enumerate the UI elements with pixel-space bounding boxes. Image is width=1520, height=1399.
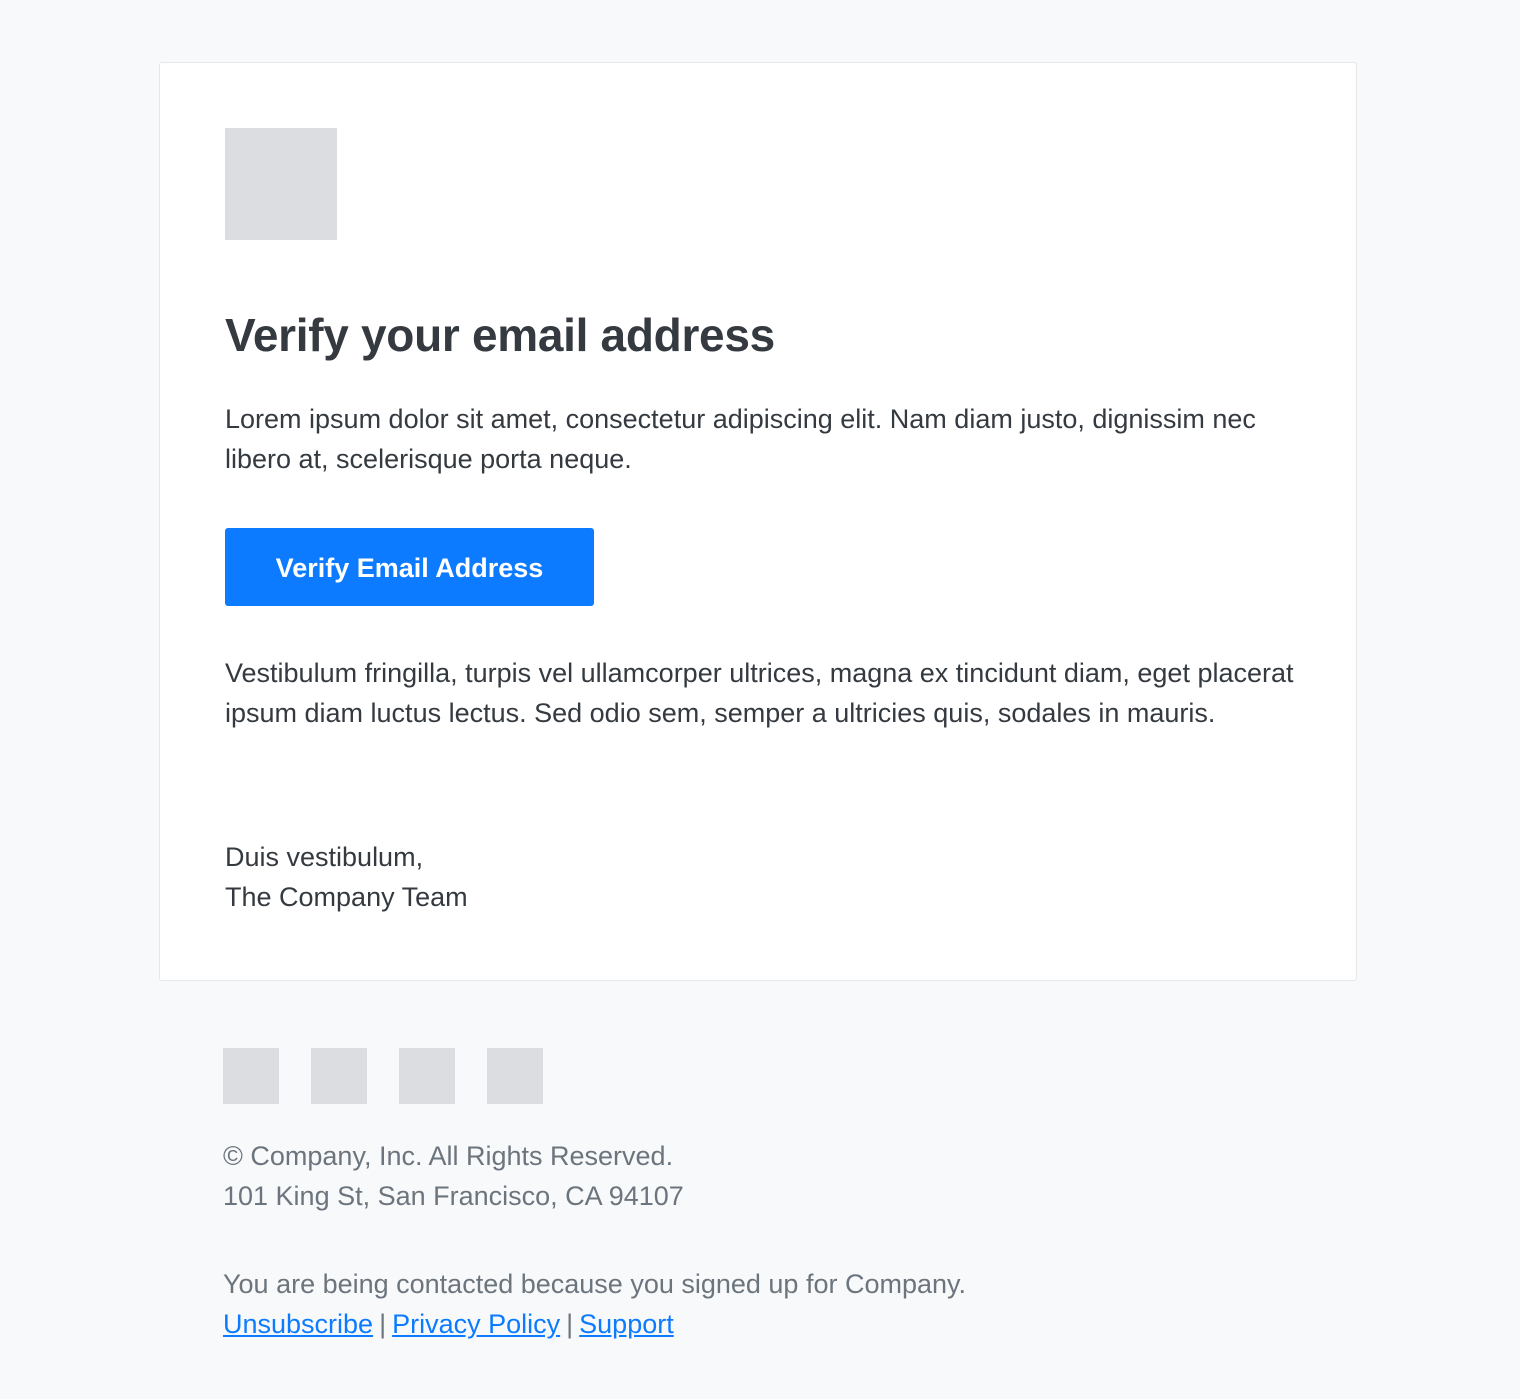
footer-legal: © Company, Inc. All Rights Reserved. 101… (223, 1136, 684, 1216)
link-separator: | (379, 1309, 387, 1339)
footer-links: Unsubscribe | Privacy Policy | Support (223, 1304, 966, 1344)
support-link[interactable]: Support (579, 1309, 674, 1339)
social-icon-4[interactable] (487, 1048, 543, 1104)
address-text: 101 King St, San Francisco, CA 94107 (223, 1181, 684, 1211)
footer-contact: You are being contacted because you sign… (223, 1264, 966, 1344)
social-icon-2[interactable] (311, 1048, 367, 1104)
verify-email-button[interactable]: Verify Email Address (225, 528, 594, 606)
body-paragraph: Vestibulum fringilla, turpis vel ullamco… (225, 658, 1294, 728)
link-separator: | (566, 1309, 574, 1339)
contact-note-text: You are being contacted because you sign… (223, 1269, 967, 1299)
social-icon-1[interactable] (223, 1048, 279, 1104)
unsubscribe-link[interactable]: Unsubscribe (223, 1309, 373, 1339)
social-icon-3[interactable] (399, 1048, 455, 1104)
copyright-text: © Company, Inc. All Rights Reserved. (223, 1141, 674, 1171)
email-title: Verify your email address (225, 309, 775, 361)
logo-placeholder-icon (225, 128, 337, 240)
privacy-policy-link[interactable]: Privacy Policy (392, 1309, 560, 1339)
intro-paragraph: Lorem ipsum dolor sit amet, consectetur … (225, 404, 1256, 474)
signoff-greeting: Duis vestibulum, (225, 842, 424, 872)
social-links (223, 1048, 543, 1104)
signoff: Duis vestibulum, The Company Team (225, 837, 468, 917)
signoff-team: The Company Team (225, 882, 468, 912)
email-card: Verify your email address Lorem ipsum do… (159, 62, 1357, 981)
